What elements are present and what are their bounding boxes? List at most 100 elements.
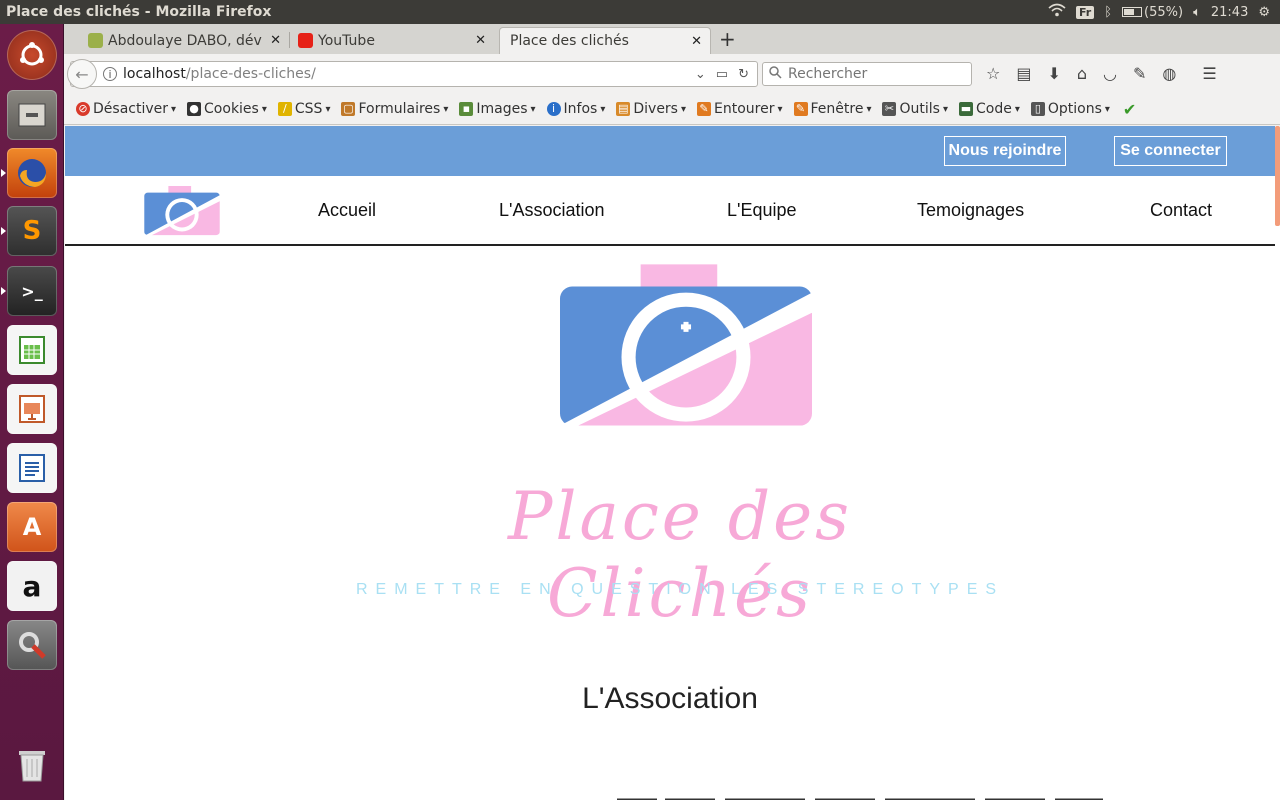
- home-icon[interactable]: ⌂: [1077, 64, 1087, 83]
- unity-launcher: S >_ A a: [0, 24, 64, 800]
- checkmark-icon[interactable]: ✔: [1123, 100, 1136, 119]
- software-center-icon[interactable]: A: [7, 502, 57, 552]
- toolbar-label: Cookies: [204, 101, 259, 117]
- page-scrollbar[interactable]: [1275, 126, 1280, 226]
- chevron-down-icon: ▾: [1104, 103, 1110, 115]
- toolbar-images[interactable]: ▪ Images ▾: [459, 101, 536, 117]
- url-bar[interactable]: ← i localhost/place-des-cliches/ ⌄ ▭ ↻: [67, 59, 758, 89]
- files-icon[interactable]: [7, 90, 57, 140]
- running-indicator: [1, 287, 6, 295]
- info-icon: i: [546, 102, 561, 116]
- close-tab-icon[interactable]: ✕: [270, 33, 281, 48]
- chevron-down-icon: ▾: [1014, 103, 1020, 115]
- reload-icon[interactable]: ↻: [738, 67, 749, 82]
- firefox-icon[interactable]: [7, 148, 57, 198]
- nav-link-temoignages[interactable]: Temoignages: [917, 200, 1024, 221]
- nav-link-association[interactable]: L'Association: [499, 200, 605, 221]
- chevron-down-icon: ▾: [530, 103, 536, 115]
- tab-label: Place des clichés: [510, 33, 629, 49]
- running-indicator: [1, 169, 6, 177]
- toolbar-divers[interactable]: ▤ Divers ▾: [616, 101, 686, 117]
- tab-place-des-cliches[interactable]: Place des clichés ✕: [499, 27, 711, 54]
- downloads-icon[interactable]: ⬇: [1047, 64, 1060, 83]
- toolbar-desactiver[interactable]: ⊘ Désactiver ▾: [76, 101, 176, 117]
- toolbar-infos[interactable]: i Infos ▾: [546, 101, 606, 117]
- toolbar-options[interactable]: ▯ Options ▾: [1030, 101, 1110, 117]
- back-button[interactable]: ←: [67, 59, 97, 89]
- nav-link-equipe[interactable]: L'Equipe: [727, 200, 797, 221]
- pocket-icon[interactable]: ◡: [1103, 64, 1117, 83]
- toolbar-label: Entourer: [714, 101, 775, 117]
- system-settings-icon[interactable]: [7, 620, 57, 670]
- join-button[interactable]: Nous rejoindre: [944, 136, 1066, 166]
- system-top-panel: Place des clichés - Mozilla Firefox Fr ᛒ…: [0, 0, 1280, 24]
- bookmarks-list-icon[interactable]: ▤: [1016, 64, 1031, 83]
- toolbar-outils[interactable]: ✂ Outils ▾: [882, 101, 948, 117]
- chevron-down-icon: ▾: [171, 103, 177, 115]
- form-icon: ▢: [341, 102, 356, 116]
- reader-view-icon[interactable]: ▭: [716, 67, 728, 82]
- toolbar-css[interactable]: / CSS ▾: [277, 101, 330, 117]
- site-navigation: Accueil L'Association L'Equipe Temoignag…: [65, 176, 1275, 246]
- toolbar-fenetre[interactable]: ✎ Fenêtre ▾: [793, 101, 871, 117]
- tab-youtube[interactable]: YouTube ✕: [294, 27, 494, 54]
- running-indicator: [1, 227, 6, 235]
- site-top-bar: Nous rejoindre Se connecter: [65, 126, 1275, 176]
- toolbar-label: Désactiver: [93, 101, 168, 117]
- close-tab-icon[interactable]: ✕: [691, 34, 702, 49]
- search-input[interactable]: [788, 66, 958, 82]
- chevron-down-icon: ▾: [600, 103, 606, 115]
- site-logo-small[interactable]: [143, 186, 221, 240]
- url-bar-actions: ⌄ ▭ ↻: [695, 67, 757, 82]
- toolbar-label: CSS: [294, 101, 323, 117]
- toolbar-label: Divers: [633, 101, 678, 117]
- libreoffice-calc-icon[interactable]: [7, 325, 57, 375]
- amazon-icon[interactable]: a: [7, 561, 57, 611]
- terminal-icon[interactable]: >_: [7, 266, 57, 316]
- trash-icon[interactable]: [7, 740, 57, 790]
- keyboard-layout-indicator[interactable]: Fr: [1075, 5, 1095, 19]
- libreoffice-writer-icon[interactable]: [7, 443, 57, 493]
- bluetooth-icon[interactable]: ᛒ: [1104, 5, 1112, 20]
- toolbar-cookies[interactable]: ● Cookies ▾: [187, 101, 267, 117]
- chevron-down-icon: ▾: [261, 103, 267, 115]
- url-text[interactable]: localhost/place-des-cliches/: [123, 66, 316, 82]
- dropdown-history-icon[interactable]: ⌄: [695, 67, 706, 82]
- youtube-icon: [298, 33, 313, 48]
- new-tab-icon[interactable]: +: [719, 27, 736, 51]
- window-pencil-icon: ✎: [793, 102, 808, 116]
- toolbar-entourer[interactable]: ✎ Entourer ▾: [697, 101, 783, 117]
- page-info-icon[interactable]: i: [103, 67, 117, 81]
- libreoffice-impress-icon[interactable]: [7, 384, 57, 434]
- bookmark-star-icon[interactable]: ☆: [986, 64, 1000, 83]
- menu-hamburger-icon[interactable]: ☰: [1202, 64, 1216, 83]
- tab-abdoulaye[interactable]: Abdoulaye DABO, dév ✕: [84, 27, 289, 54]
- wifi-icon[interactable]: [1048, 3, 1066, 21]
- gear-icon[interactable]: ⚙: [1258, 5, 1270, 20]
- window-title: Place des clichés - Mozilla Firefox: [6, 4, 272, 20]
- eyedropper-icon[interactable]: ✎: [1133, 64, 1146, 83]
- chevron-down-icon: ▾: [680, 103, 687, 115]
- search-bar[interactable]: [762, 62, 972, 86]
- extension-globe-icon[interactable]: ◍: [1162, 64, 1176, 83]
- volume-icon[interactable]: 🔈︎: [1193, 5, 1201, 20]
- battery-icon: [1122, 7, 1143, 17]
- options-icon: ▯: [1030, 102, 1045, 116]
- clock[interactable]: 21:43: [1211, 5, 1248, 20]
- ubuntu-dash-icon[interactable]: [7, 30, 57, 80]
- image-icon: ▪: [459, 102, 474, 116]
- battery-indicator[interactable]: (55%): [1122, 5, 1183, 20]
- login-button[interactable]: Se connecter: [1114, 136, 1227, 166]
- nav-link-contact[interactable]: Contact: [1150, 200, 1212, 221]
- toolbar-code[interactable]: ▬ Code ▾: [958, 101, 1020, 117]
- sublime-text-icon[interactable]: S: [7, 206, 57, 256]
- toolbar-label: Outils: [899, 101, 940, 117]
- search-icon: [769, 65, 782, 83]
- toolbar-icons: ☆ ▤ ⬇ ⌂ ◡ ✎ ◍ ☰: [986, 64, 1217, 83]
- chevron-down-icon: ▾: [443, 103, 449, 115]
- site-tagline: REMETTRE EN QUESTION LES STEREOTYPES: [355, 581, 1005, 598]
- navigation-bar: ← i localhost/place-des-cliches/ ⌄ ▭ ↻ ☆…: [64, 54, 1280, 94]
- close-tab-icon[interactable]: ✕: [475, 33, 486, 48]
- nav-link-accueil[interactable]: Accueil: [318, 200, 376, 221]
- toolbar-formulaires[interactable]: ▢ Formulaires ▾: [341, 101, 448, 117]
